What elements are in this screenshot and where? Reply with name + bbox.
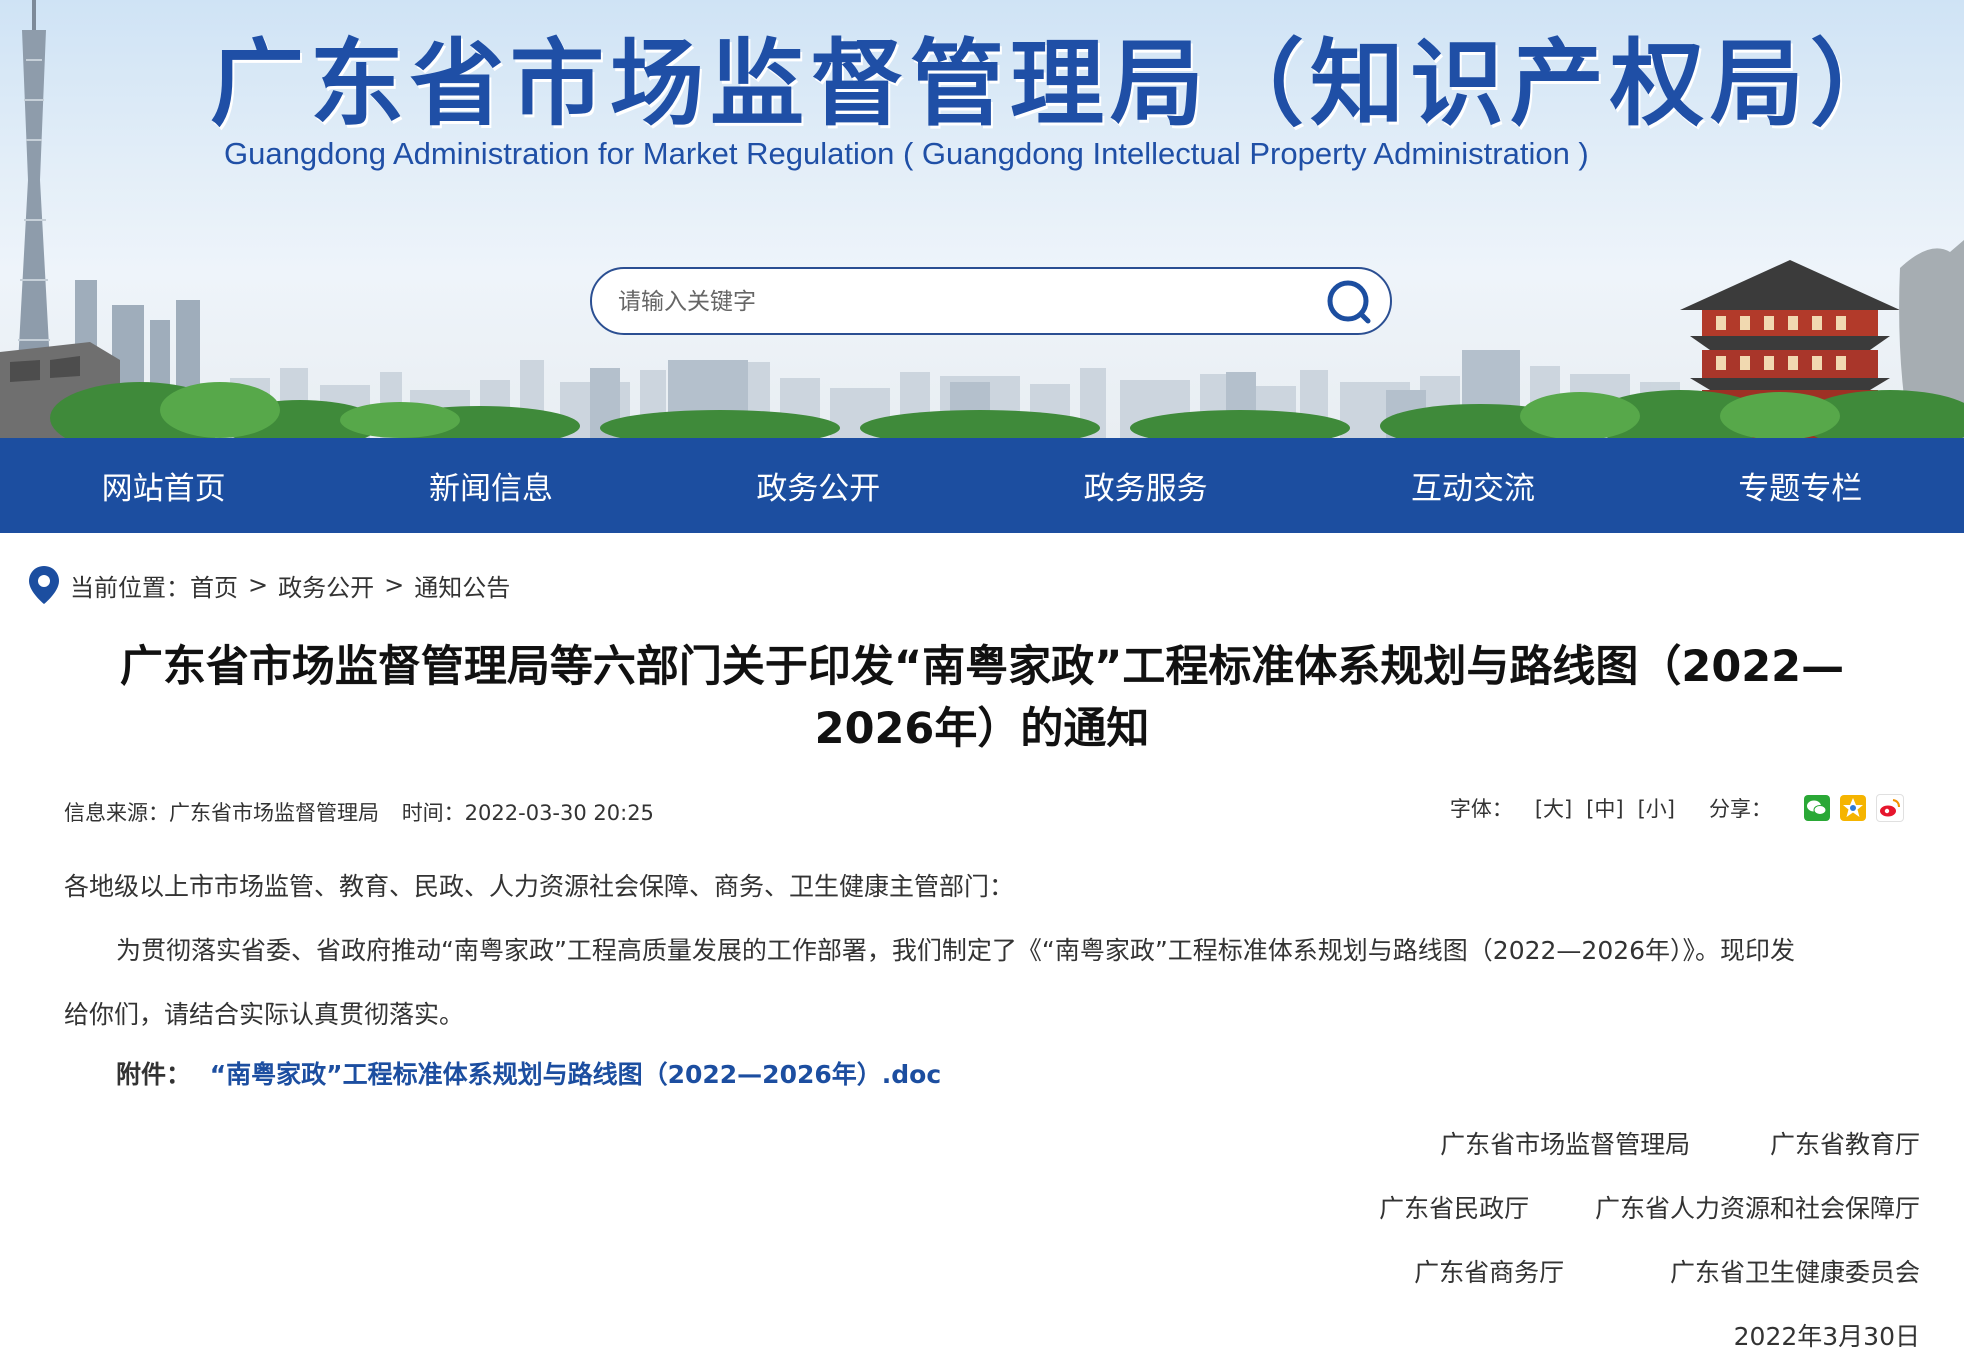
article-source: 信息来源：广东省市场监督管理局 xyxy=(64,801,379,825)
signatory: 广东省民政厅 xyxy=(1379,1194,1530,1223)
signatory: 广东省教育厅 xyxy=(1769,1130,1920,1159)
signatory: 广东省市场监督管理局 xyxy=(1440,1130,1691,1159)
article-paragraph: 为贯彻落实省委、省政府推动“南粤家政”工程高质量发展的工作部署，我们制定了《“南… xyxy=(64,919,1920,983)
font-size-small[interactable]: [小] xyxy=(1638,793,1675,823)
main-nav: 网站首页 新闻信息 政务公开 政务服务 互动交流 专题专栏 xyxy=(0,438,1964,533)
font-size-large[interactable]: [大] xyxy=(1535,793,1572,823)
site-subtitle: Guangdong Administration for Market Regu… xyxy=(224,136,1589,171)
signatory-row: 广东省市场监督管理局 广东省教育厅 xyxy=(1440,1125,1920,1161)
font-size-medium[interactable]: [中] xyxy=(1586,793,1623,823)
article-title-line2: 2026年）的通知 xyxy=(814,704,1150,754)
breadcrumb-separator: > xyxy=(248,571,269,599)
article-paragraph-line1: 为贯彻落实省委、省政府推动“南粤家政”工程高质量发展的工作部署，我们制定了《“南… xyxy=(116,936,1796,965)
nav-item-gov-service[interactable]: 政务服务 xyxy=(982,438,1309,533)
breadcrumb: 当前位置： 首页 > 政务公开 > 通知公告 xyxy=(28,565,510,605)
wechat-icon[interactable] xyxy=(1804,795,1830,821)
search-button[interactable] xyxy=(1326,279,1372,325)
article-salutation: 各地级以上市市场监管、教育、民政、人力资源社会保障、商务、卫生健康主管部门： xyxy=(64,872,1015,901)
article-paragraph-continued: 给你们，请结合实际认真贯彻落实。 xyxy=(64,1000,465,1029)
document-date: 2022年3月30日 xyxy=(1733,1322,1920,1351)
article-title-line1: 广东省市场监督管理局等六部门关于印发“南粤家政”工程标准体系规划与路线图（202… xyxy=(119,642,1845,692)
article-time: 时间：2022-03-30 20:25 xyxy=(401,801,654,825)
breadcrumb-home[interactable]: 首页 xyxy=(190,568,238,603)
attachment-label: 附件： xyxy=(116,1060,192,1089)
article-body: 各地级以上市市场监管、教育、民政、人力资源社会保障、商务、卫生健康主管部门： 为… xyxy=(64,855,1920,1047)
search-input[interactable] xyxy=(616,281,1300,323)
breadcrumb-separator: > xyxy=(384,571,405,599)
search-icon xyxy=(1327,280,1371,324)
article-meta: 信息来源：广东省市场监督管理局 时间：2022-03-30 20:25 字体： … xyxy=(64,793,1904,827)
article-title: 广东省市场监督管理局等六部门关于印发“南粤家政”工程标准体系规划与路线图（202… xyxy=(64,636,1900,760)
breadcrumb-notices[interactable]: 通知公告 xyxy=(414,568,510,603)
breadcrumb-label: 当前位置： xyxy=(70,573,190,602)
share-label: 分享： xyxy=(1709,797,1772,821)
signatory: 广东省人力资源和社会保障厅 xyxy=(1594,1194,1920,1223)
site-banner: 广东省市场监督管理局（知识产权局） Guangdong Administrati… xyxy=(0,0,1964,438)
signatory: 广东省卫生健康委员会 xyxy=(1669,1258,1920,1287)
signatory-row: 广东省民政厅 广东省人力资源和社会保障厅 xyxy=(1379,1189,1920,1225)
signatory-row: 广东省商务厅 广东省卫生健康委员会 xyxy=(1414,1253,1920,1289)
qzone-icon[interactable] xyxy=(1840,795,1866,821)
breadcrumb-gov-affairs[interactable]: 政务公开 xyxy=(278,568,374,603)
attachment: 附件： “南粤家政”工程标准体系规划与路线图（2022—2026年）.doc xyxy=(116,1055,941,1091)
weibo-icon[interactable] xyxy=(1876,794,1904,822)
search-box xyxy=(590,267,1392,335)
nav-item-interaction[interactable]: 互动交流 xyxy=(1309,438,1636,533)
nav-item-special-topics[interactable]: 专题专栏 xyxy=(1637,438,1964,533)
attachment-link[interactable]: “南粤家政”工程标准体系规划与路线图（2022—2026年）.doc xyxy=(210,1060,941,1089)
nav-item-gov-affairs[interactable]: 政务公开 xyxy=(655,438,982,533)
font-size-label: 字体： xyxy=(1449,797,1513,821)
site-title: 广东省市场监督管理局（知识产权局） xyxy=(210,30,1911,139)
location-pin-icon xyxy=(29,566,59,604)
nav-item-home[interactable]: 网站首页 xyxy=(0,438,327,533)
signatory: 广东省商务厅 xyxy=(1414,1258,1565,1287)
nav-item-news[interactable]: 新闻信息 xyxy=(327,438,654,533)
